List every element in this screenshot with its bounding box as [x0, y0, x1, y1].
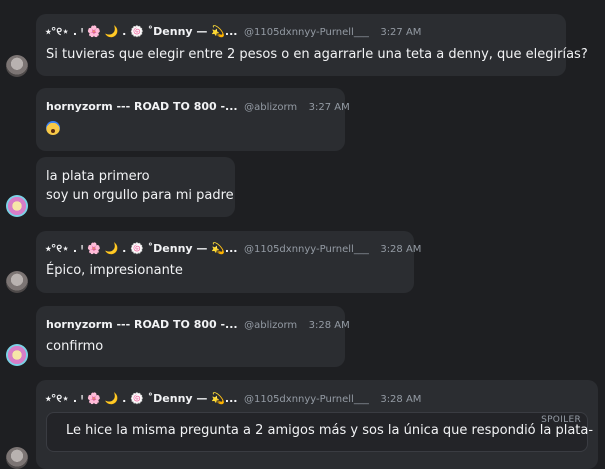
- message-header: ⭑°୧⋆ . ᵎ 🌸 🌙 . 🍥 ˚Denny — 💫... @1105dxnn…: [46, 25, 421, 40]
- author-name[interactable]: hornyzorm --- ROAD TO 800 -...: [46, 100, 238, 113]
- timestamp: 3:27 AM: [308, 102, 350, 113]
- message-line: soy un orgullo para mi padre: [46, 188, 234, 203]
- avatar[interactable]: [6, 195, 28, 217]
- author-handle[interactable]: @1105dxnnyy-Purnell___: [244, 244, 369, 255]
- message-text: confirmo: [46, 339, 104, 354]
- avatar[interactable]: [6, 447, 28, 469]
- author-handle[interactable]: @ablizorm: [244, 102, 297, 113]
- message-bubble[interactable]: ⭑°୧⋆ . ᵎ 🌸 🌙 . 🍥 ˚Denny — 💫... @1105dxnn…: [36, 14, 588, 76]
- message-bubble[interactable]: la plata primero soy un orgullo para mi …: [36, 157, 235, 217]
- fearful-face-icon: [46, 121, 60, 135]
- message-bubble[interactable]: ⭑°୧⋆ . ᵎ 🌸 🌙 . 🍥 ˚Denny — 💫... @1105dxnn…: [36, 231, 421, 293]
- timestamp: 3:28 AM: [380, 244, 422, 255]
- message-header: ⭑°୧⋆ . ᵎ 🌸 🌙 . 🍥 ˚Denny — 💫... @1105dxnn…: [46, 392, 421, 407]
- avatar[interactable]: [6, 271, 28, 293]
- author-name[interactable]: ⭑°୧⋆ . ᵎ 🌸 🌙 . 🍥 ˚Denny — 💫...: [46, 242, 237, 255]
- message-text: Épico, impresionante: [46, 263, 183, 278]
- timestamp: 3:28 AM: [308, 320, 350, 331]
- message-line: la plata primero: [46, 169, 150, 184]
- chat-log: ⭑°୧⋆ . ᵎ 🌸 🌙 . 🍥 ˚Denny — 💫... @1105dxnn…: [0, 0, 605, 469]
- message-header: hornyzorm --- ROAD TO 800 -... @ablizorm…: [46, 100, 350, 115]
- timestamp: 3:27 AM: [380, 27, 422, 38]
- message-bubble[interactable]: hornyzorm --- ROAD TO 800 -... @ablizorm…: [36, 88, 350, 151]
- author-name[interactable]: ⭑°୧⋆ . ᵎ 🌸 🌙 . 🍥 ˚Denny — 💫...: [46, 25, 237, 38]
- author-handle[interactable]: @1105dxnnyy-Purnell___: [244, 27, 369, 38]
- author-name[interactable]: hornyzorm --- ROAD TO 800 -...: [46, 318, 238, 331]
- message-bubble[interactable]: ⭑°୧⋆ . ᵎ 🌸 🌙 . 🍥 ˚Denny — 💫... @1105dxnn…: [36, 380, 598, 469]
- spoiler-block[interactable]: SPOILER Le hice la misma pregunta a 2 am…: [46, 412, 593, 452]
- avatar[interactable]: [6, 344, 28, 366]
- message-header: hornyzorm --- ROAD TO 800 -... @ablizorm…: [46, 318, 350, 333]
- message-bubble[interactable]: hornyzorm --- ROAD TO 800 -... @ablizorm…: [36, 306, 350, 367]
- message-text: la plata primero soy un orgullo para mi …: [46, 167, 234, 205]
- message-header: ⭑°୧⋆ . ᵎ 🌸 🌙 . 🍥 ˚Denny — 💫... @1105dxnn…: [46, 242, 421, 257]
- timestamp: 3:28 AM: [380, 394, 422, 405]
- author-handle[interactable]: @1105dxnnyy-Purnell___: [244, 394, 369, 405]
- message-text: [46, 120, 60, 139]
- message-text: Si tuvieras que elegir entre 2 pesos o e…: [46, 47, 588, 62]
- author-name[interactable]: ⭑°୧⋆ . ᵎ 🌸 🌙 . 🍥 ˚Denny — 💫...: [46, 392, 237, 405]
- spoiler-text: Le hice la misma pregunta a 2 amigos más…: [66, 423, 594, 438]
- author-handle[interactable]: @ablizorm: [244, 320, 297, 331]
- avatar[interactable]: [6, 55, 28, 77]
